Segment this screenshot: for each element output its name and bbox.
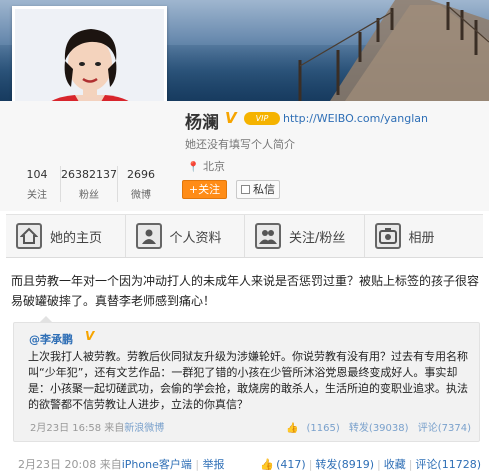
post-actions: 👍 (417) | 转发(8919) | 收藏 | 评论(11728) <box>260 456 481 472</box>
stat-number: 2696 <box>127 168 155 181</box>
like-count: (1165) <box>306 423 340 434</box>
tab-label: 关注/粉丝 <box>289 230 346 246</box>
action-separator: | <box>408 458 413 471</box>
location-text: 北京 <box>202 160 225 173</box>
quoted-actions: 👍 (1165) 转发(39038) 评论(7374) <box>274 419 471 434</box>
like-button[interactable]: 👍 (417) <box>260 458 305 471</box>
thumb-up-icon: 👍 <box>286 423 299 434</box>
stat-following[interactable]: 104 关注 <box>14 166 61 202</box>
like-count: (417) <box>276 458 306 471</box>
meta-separator: | <box>195 458 200 471</box>
message-button-label: 私信 <box>253 183 275 196</box>
quoted-like-button[interactable]: 👍 (1165) <box>280 423 340 434</box>
tab-label: 相册 <box>408 230 435 246</box>
tab-profile[interactable]: 个人资料 <box>126 215 245 257</box>
stat-number: 26382137 <box>61 168 117 181</box>
quoted-comment-button[interactable]: 评论(7374) <box>418 423 471 434</box>
tab-home[interactable]: 她的主页 <box>6 215 126 257</box>
profile-name: 杨澜 <box>185 113 219 133</box>
tab-follow[interactable]: 关注/粉丝 <box>245 215 365 257</box>
source-prefix: 来自 <box>99 458 122 471</box>
stat-posts[interactable]: 2696 微博 <box>118 166 164 202</box>
stat-label: 微博 <box>131 190 151 201</box>
quoted-text: 上次我打人被劳教。劳教后伙同狱友升级为涉嫌轮奸。你说劳教有没有用？过去有专用名称… <box>28 350 468 411</box>
location-pin-icon: 📍 <box>187 162 200 173</box>
profile-location: 📍 北京 <box>187 158 225 174</box>
post-date[interactable]: 2月23日 20:08 <box>18 458 96 471</box>
verified-v-icon: V <box>85 329 95 343</box>
quoted-date[interactable]: 2月23日 16:58 <box>30 423 101 434</box>
quoted-author-link[interactable]: @李承鹏 <box>29 331 73 347</box>
quoted-source-link[interactable]: 新浪微博 <box>124 423 164 434</box>
message-button[interactable]: 私信 <box>236 180 280 199</box>
verified-v-icon: V <box>225 109 237 127</box>
post-text: 而且劳教一年对一个因为冲动打人的未成年人来说是否惩罚过重？被贴上标签的孩子很容易… <box>11 274 480 308</box>
source-prefix: 来自 <box>104 423 125 434</box>
follow-icon <box>255 223 281 249</box>
action-separator: | <box>308 458 313 471</box>
quoted-repost-button[interactable]: 转发(39038) <box>349 423 409 434</box>
tab-label: 她的主页 <box>50 230 103 246</box>
camera-icon <box>374 223 401 249</box>
stat-number: 104 <box>26 168 48 181</box>
repost-button[interactable]: 转发(8919) <box>315 458 374 471</box>
post-source-link[interactable]: iPhone客户端 <box>122 458 192 471</box>
follow-button[interactable]: +关注 <box>182 180 227 199</box>
report-link[interactable]: 举报 <box>203 458 225 471</box>
home-icon <box>16 223 42 249</box>
stat-label: 粉丝 <box>79 190 99 201</box>
profile-intro: 她还没有填写个人简介 <box>185 138 295 151</box>
action-separator: | <box>376 458 381 471</box>
tab-album[interactable]: 相册 <box>365 215 484 257</box>
stat-label: 关注 <box>27 190 47 201</box>
profile-stats: 104 关注 26382137 粉丝 2696 微博 <box>14 166 164 202</box>
tab-label: 个人资料 <box>169 230 222 246</box>
thumb-up-icon: 👍 <box>260 458 275 471</box>
message-icon <box>241 185 250 194</box>
post-meta: 2月23日 20:08 来自iPhone客户端 | 举报 <box>18 456 225 472</box>
profile-url-link[interactable]: http://WEIBO.com/yanglan <box>283 112 428 125</box>
vip-badge: VIP <box>244 112 280 125</box>
comment-button[interactable]: 评论(11728) <box>415 458 481 471</box>
quoted-meta: 2月23日 16:58 来自新浪微博 <box>30 419 164 434</box>
profile-tabs: 她的主页 个人资料 关注/粉丝 相册 <box>6 214 483 258</box>
stat-followers[interactable]: 26382137 粉丝 <box>61 166 118 202</box>
profile-icon <box>135 223 162 249</box>
favorite-button[interactable]: 收藏 <box>384 458 406 471</box>
